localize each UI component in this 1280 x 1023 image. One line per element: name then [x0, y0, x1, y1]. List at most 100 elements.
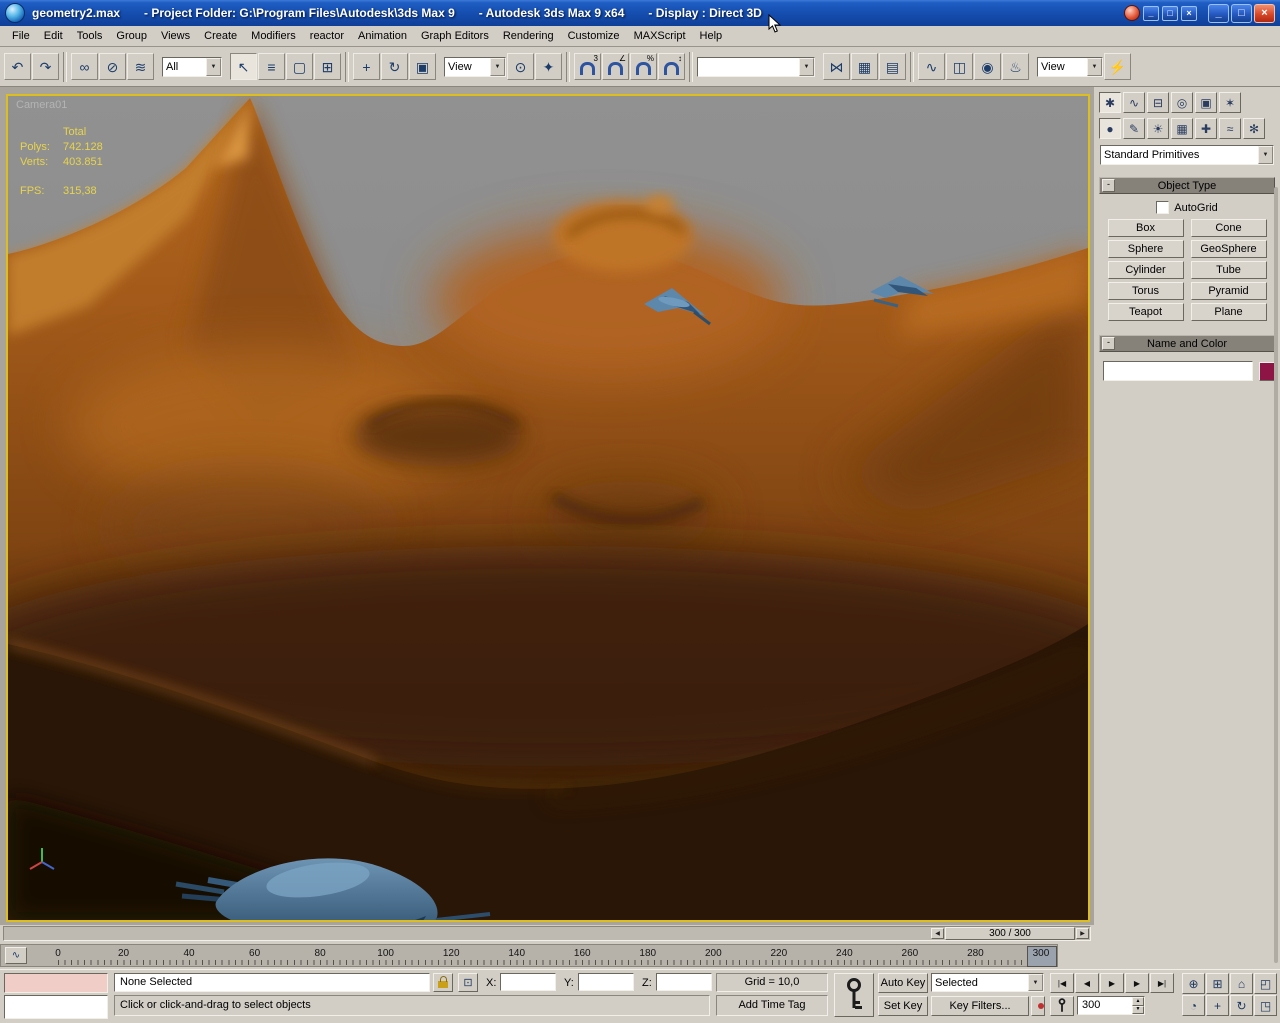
y-coordinate-input[interactable]: [578, 973, 634, 991]
child-close-button[interactable]: ×: [1181, 5, 1197, 21]
menu-item-modifiers[interactable]: Modifiers: [244, 28, 303, 44]
viewport-label[interactable]: Camera01: [16, 99, 67, 111]
menu-item-customize[interactable]: Customize: [561, 28, 627, 44]
command-panel-scrollbar[interactable]: [1274, 187, 1278, 963]
time-slider-next-arrow[interactable]: ▶: [1076, 928, 1089, 939]
play-animation-button[interactable]: ▶: [1100, 973, 1124, 993]
schematic-view-button[interactable]: ◫: [946, 53, 973, 80]
frame-spinner-down[interactable]: ▼: [1132, 1005, 1144, 1014]
tab-hierarchy[interactable]: ⊟: [1147, 92, 1169, 113]
menu-item-graph-editors[interactable]: Graph Editors: [414, 28, 496, 44]
object-type-button-sphere[interactable]: Sphere: [1107, 240, 1184, 258]
select-by-name-button[interactable]: ≡: [258, 53, 285, 80]
auto-key-toggle[interactable]: Auto Key: [878, 973, 928, 993]
named-selection-sets-dropdown[interactable]: ▼: [697, 56, 815, 77]
time-slider-previous-arrow[interactable]: ◀: [931, 928, 944, 939]
time-slider-handle[interactable]: 300 / 300: [945, 927, 1075, 940]
selection-lock-toggle[interactable]: [433, 973, 453, 992]
category-cameras[interactable]: ▦: [1171, 118, 1193, 139]
menu-item-create[interactable]: Create: [197, 28, 244, 44]
snaps-toggle[interactable]: 3: [574, 53, 601, 80]
category-helpers[interactable]: ✚: [1195, 118, 1217, 139]
maxscript-mini-listener[interactable]: [4, 995, 108, 1019]
autogrid-checkbox[interactable]: [1156, 201, 1170, 214]
subcategory-dropdown[interactable]: Standard Primitives ▼: [1100, 145, 1274, 165]
object-type-button-cone[interactable]: Cone: [1190, 219, 1267, 237]
window-crossing-toggle[interactable]: ⊞: [314, 53, 341, 80]
angle-snap-toggle[interactable]: ∠: [602, 53, 629, 80]
menu-item-tools[interactable]: Tools: [70, 28, 110, 44]
redo-button[interactable]: ↷: [32, 53, 59, 80]
selection-filter-dropdown[interactable]: All ▼: [162, 56, 222, 77]
tab-display[interactable]: ▣: [1195, 92, 1217, 113]
name-color-rollout-header[interactable]: - Name and Color: [1099, 335, 1275, 352]
child-restore-button[interactable]: □: [1162, 5, 1178, 21]
object-type-button-torus[interactable]: Torus: [1107, 282, 1184, 300]
category-shapes[interactable]: ✎: [1123, 118, 1145, 139]
category-systems[interactable]: ✻: [1243, 118, 1265, 139]
zoom-all-button[interactable]: ⊞: [1206, 973, 1229, 994]
select-and-rotate-button[interactable]: ↻: [381, 53, 408, 80]
key-filters-mini-button[interactable]: [1031, 996, 1045, 1016]
key-filter-set-dropdown[interactable]: Selected ▼: [931, 973, 1044, 992]
curve-editor-button[interactable]: ∿: [918, 53, 945, 80]
object-type-button-teapot[interactable]: Teapot: [1107, 303, 1184, 321]
object-type-rollout-header[interactable]: - Object Type: [1099, 177, 1275, 194]
menu-item-edit[interactable]: Edit: [37, 28, 70, 44]
category-space-warps[interactable]: ≈: [1219, 118, 1241, 139]
object-type-button-tube[interactable]: Tube: [1190, 261, 1267, 279]
named-selection-sets-dropdown-arrow-icon[interactable]: ▼: [799, 57, 814, 76]
menu-item-maxscript[interactable]: MAXScript: [627, 28, 693, 44]
menu-item-group[interactable]: Group: [109, 28, 154, 44]
pan-view-button[interactable]: +: [1206, 995, 1229, 1016]
select-and-link-button[interactable]: ∞: [71, 53, 98, 80]
menu-item-file[interactable]: File: [5, 28, 37, 44]
time-slider-track[interactable]: ◀ 300 / 300 ▶: [3, 926, 1091, 941]
object-type-collapse-icon[interactable]: -: [1102, 179, 1115, 192]
maximize-button[interactable]: □: [1231, 3, 1252, 23]
zoom-button[interactable]: ⊕: [1182, 973, 1205, 994]
use-pivot-point-center-button[interactable]: ⊙: [507, 53, 534, 80]
tab-motion[interactable]: ◎: [1171, 92, 1193, 113]
selection-filter-dropdown-arrow-icon[interactable]: ▼: [206, 57, 221, 76]
maxscript-mini-recorder[interactable]: [4, 973, 108, 993]
category-lights[interactable]: ☀: [1147, 118, 1169, 139]
absolute-offset-mode-toggle[interactable]: ⊡: [458, 973, 478, 992]
menu-item-reactor[interactable]: reactor: [303, 28, 351, 44]
key-filters-button[interactable]: Key Filters...: [931, 996, 1029, 1016]
object-type-button-pyramid[interactable]: Pyramid: [1190, 282, 1267, 300]
minimize-button[interactable]: _: [1208, 3, 1229, 23]
select-and-manipulate-button[interactable]: ✦: [535, 53, 562, 80]
object-type-button-cylinder[interactable]: Cylinder: [1107, 261, 1184, 279]
go-to-start-button[interactable]: |◀: [1050, 973, 1074, 993]
menu-item-views[interactable]: Views: [154, 28, 197, 44]
reference-coordinate-system-dropdown[interactable]: View ▼: [444, 56, 506, 77]
object-type-button-plane[interactable]: Plane: [1190, 303, 1267, 321]
set-key-mode-toggle[interactable]: Set Key: [878, 996, 928, 1016]
percent-snap-toggle[interactable]: %: [630, 53, 657, 80]
tab-modify[interactable]: ∿: [1123, 92, 1145, 113]
reference-coordinate-system-dropdown-arrow-icon[interactable]: ▼: [490, 57, 505, 76]
key-mode-toggle[interactable]: [1050, 996, 1074, 1016]
current-frame-field[interactable]: 300 ▲ ▼: [1077, 996, 1145, 1015]
select-and-scale-button[interactable]: ▣: [409, 53, 436, 80]
rectangular-selection-region-button[interactable]: ▢: [286, 53, 313, 80]
render-scene-button[interactable]: ♨: [1002, 53, 1029, 80]
render-type-dropdown-arrow-icon[interactable]: ▼: [1087, 57, 1102, 76]
spinner-snap-toggle[interactable]: ↕: [658, 53, 685, 80]
open-mini-curve-editor-button[interactable]: ∿: [5, 947, 27, 964]
tab-create[interactable]: ✱: [1099, 92, 1121, 113]
title-bar[interactable]: geometry2.max - Project Folder: G:\Progra…: [0, 0, 1280, 26]
undo-button[interactable]: ↶: [4, 53, 31, 80]
titlebar-orb-icon[interactable]: [1124, 5, 1140, 21]
select-object-button[interactable]: ↖: [230, 53, 257, 80]
object-type-button-geosphere[interactable]: GeoSphere: [1190, 240, 1267, 258]
child-minimize-button[interactable]: _: [1143, 5, 1159, 21]
zoom-extents-button[interactable]: ⌂: [1230, 973, 1253, 994]
bind-to-space-warp-button[interactable]: ≋: [127, 53, 154, 80]
object-name-input[interactable]: [1103, 361, 1253, 381]
go-to-end-button[interactable]: ▶|: [1150, 973, 1174, 993]
field-of-view-button[interactable]: ◔: [1182, 995, 1205, 1016]
unlink-selection-button[interactable]: ⊘: [99, 53, 126, 80]
menu-item-animation[interactable]: Animation: [351, 28, 414, 44]
